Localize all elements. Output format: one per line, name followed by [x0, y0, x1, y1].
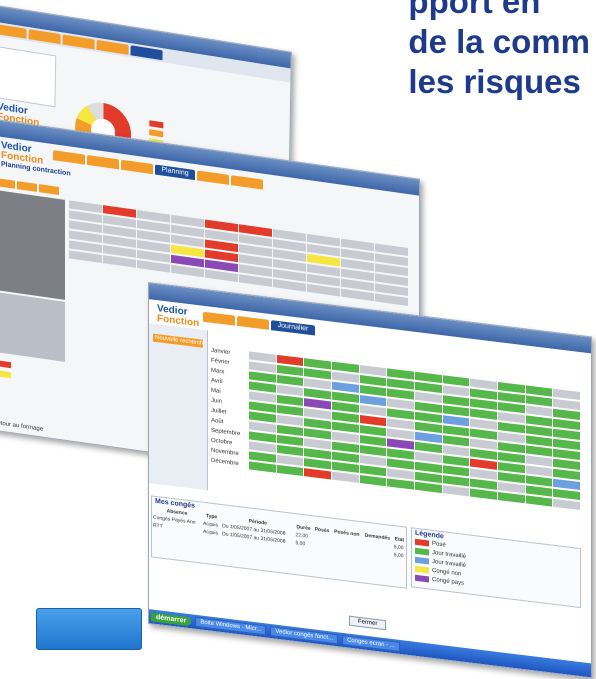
filter-chip[interactable] [0, 177, 15, 189]
tab-active[interactable] [130, 45, 163, 61]
legend-swatch [0, 370, 11, 379]
tab[interactable] [237, 315, 269, 330]
headline-line-1: pport en [408, 0, 541, 20]
filter-chip[interactable] [17, 181, 37, 192]
planning-grid [69, 200, 409, 308]
summary-column [0, 291, 65, 362]
table-cell: 5,00 [393, 552, 404, 560]
tab[interactable] [197, 170, 229, 185]
legend-swatch [415, 538, 429, 547]
start-button[interactable]: démarrer [151, 611, 192, 626]
leave-calendar: Janvier Février Mars Avril Mai Juin Juil… [211, 347, 581, 512]
tab-journalier[interactable]: Journalier [271, 320, 315, 336]
tab[interactable] [121, 159, 153, 175]
screenshot-conges: Vedior Fonction Journalier Nouvelle rech… [148, 282, 592, 679]
close-button[interactable]: Fermer [349, 615, 387, 631]
team-list [0, 177, 65, 362]
sidebar-item-retour[interactable]: Retour au formage [0, 420, 43, 433]
legend-label: Congé pays [432, 576, 465, 587]
legend-swatch [149, 120, 164, 129]
employee-column [0, 189, 65, 300]
headline: pport en de la comm les risques [408, 0, 590, 102]
filter-chip[interactable] [39, 184, 59, 195]
tab[interactable] [0, 23, 27, 39]
planning-legend [0, 360, 11, 379]
left-panel: Nouvelle recherche [149, 323, 208, 491]
headline-line-2: de la comm [408, 23, 590, 60]
blue-button[interactable] [36, 608, 142, 650]
table-cell: Acquis [203, 528, 219, 537]
tab[interactable] [62, 34, 95, 50]
legend-label: Posé [432, 540, 446, 549]
new-search-button[interactable]: Nouvelle recherche [153, 333, 203, 348]
tab-planning[interactable]: Planning [155, 164, 195, 181]
legend-swatch [0, 360, 11, 369]
legend-swatch [149, 129, 164, 138]
taskbar-item[interactable]: Vedior congés fonct... [270, 626, 339, 645]
taskbar-item[interactable]: Boite Windows - Micr... [195, 616, 267, 636]
legend-panel: Légende Posé Jour travaillé Jour travail… [411, 527, 581, 609]
tab[interactable] [28, 29, 61, 45]
tab[interactable] [231, 175, 263, 190]
table-cell [313, 541, 332, 551]
tab[interactable] [96, 39, 129, 55]
headline-line-3: les risques [408, 63, 581, 100]
legend-swatch [415, 556, 429, 565]
tab[interactable] [203, 311, 235, 326]
legend-swatch [415, 547, 429, 556]
legend-swatch [415, 565, 429, 574]
leave-summary-panel: Mes congés Absence Type Période Durée Po… [151, 495, 407, 589]
data-table [0, 45, 57, 108]
legend-swatch [415, 574, 429, 583]
tab[interactable] [87, 154, 119, 170]
table-cell: 5,00 [295, 540, 306, 548]
tab[interactable] [53, 150, 85, 165]
taskbar-item[interactable]: Conges ecran - ... [342, 634, 400, 652]
